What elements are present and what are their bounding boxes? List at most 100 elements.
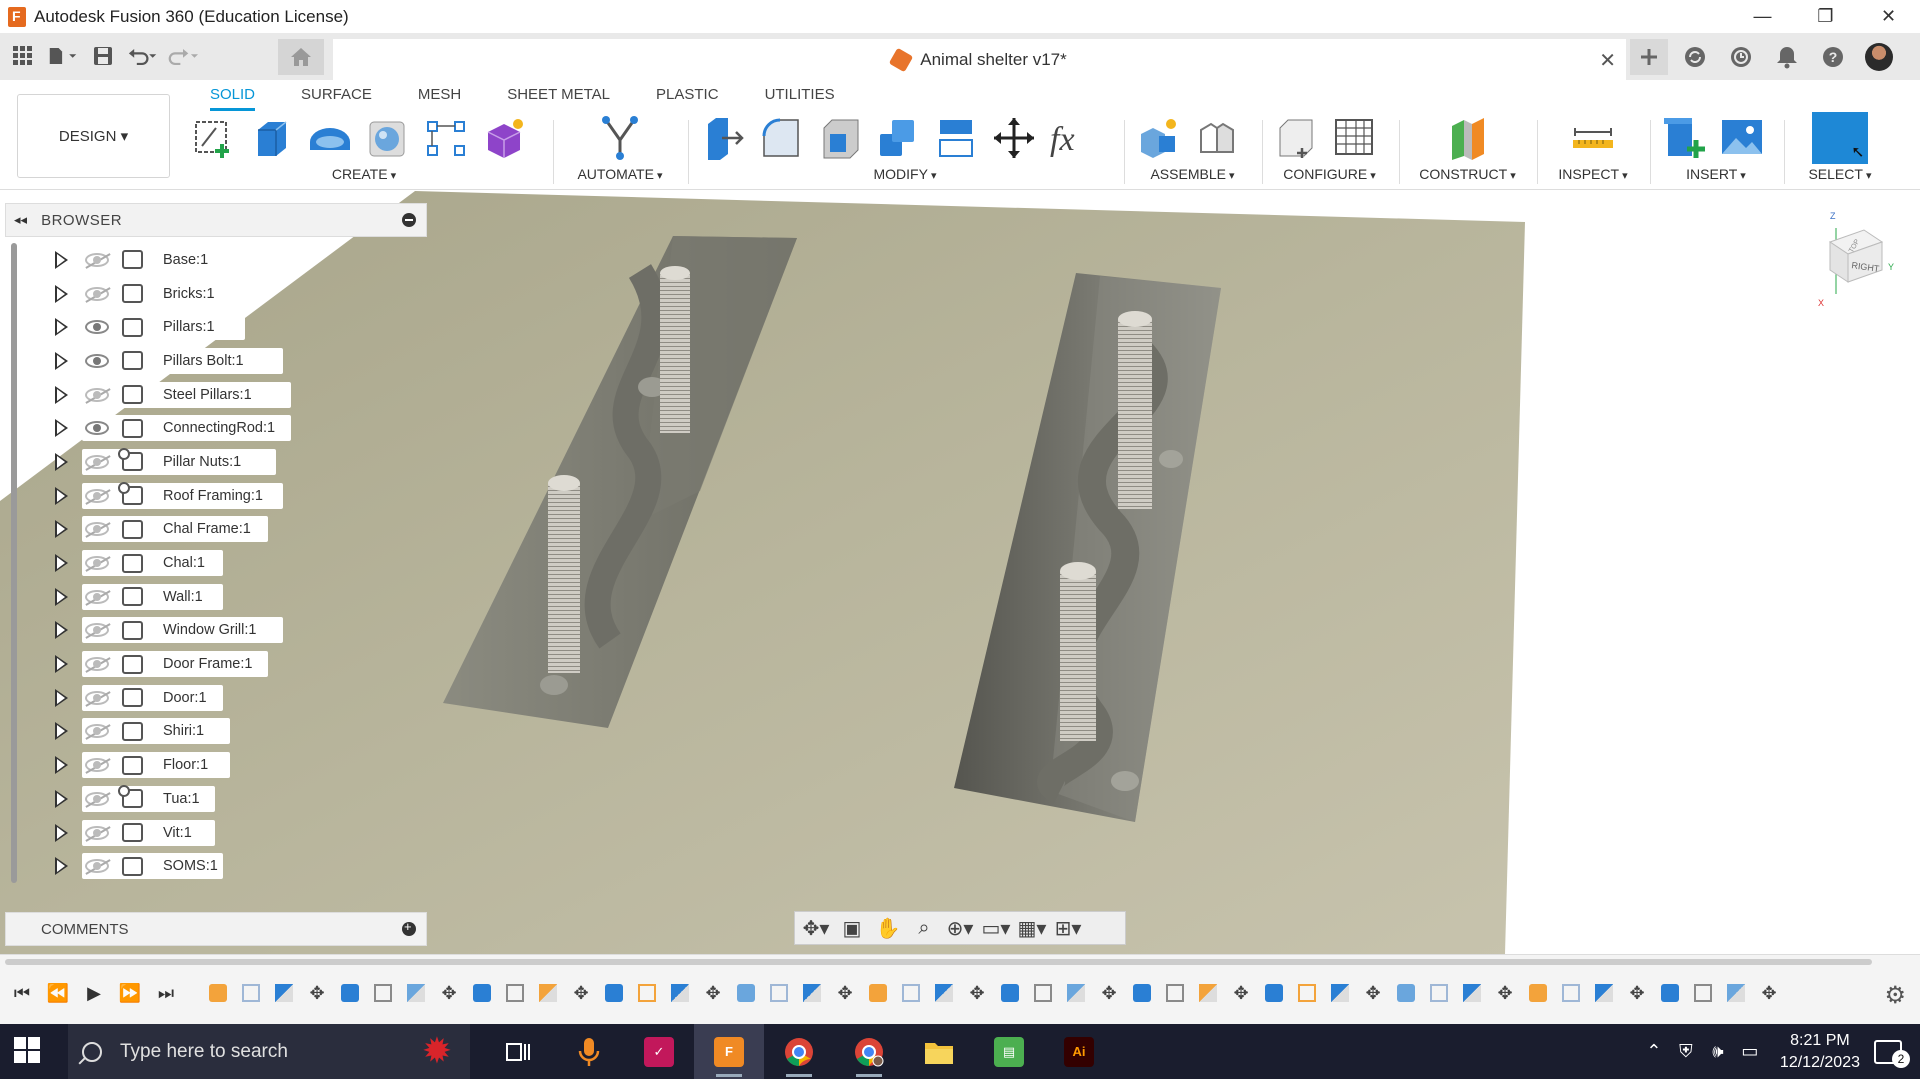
configure-design-icon[interactable] <box>1272 114 1320 162</box>
step-forward-icon[interactable]: ⏩ <box>118 981 142 1005</box>
microphone-app-icon[interactable] <box>554 1024 624 1079</box>
timeline-feature-icon[interactable]: ✥ <box>1755 980 1783 1006</box>
browser-item[interactable]: Door Frame:1 <box>0 647 300 681</box>
save-icon[interactable] <box>88 41 118 71</box>
eye-hidden-icon[interactable] <box>85 387 109 402</box>
close-window-button[interactable]: ✕ <box>1857 0 1920 33</box>
system-clock[interactable]: 8:21 PM 12/12/2023 <box>1780 1030 1860 1074</box>
timeline-feature-icon[interactable] <box>1557 980 1585 1006</box>
expand-arrow-icon[interactable] <box>55 722 68 741</box>
timeline-feature-icon[interactable]: ✥ <box>831 980 859 1006</box>
pattern-icon[interactable] <box>422 114 470 162</box>
start-button[interactable] <box>14 1037 42 1065</box>
new-tab-button[interactable] <box>1630 39 1668 75</box>
browser-item[interactable]: Floor:1 <box>0 748 300 782</box>
construct-menu[interactable]: CONSTRUCT <box>1410 166 1525 182</box>
eye-hidden-icon[interactable] <box>85 791 109 806</box>
expand-arrow-icon[interactable] <box>55 318 68 337</box>
eye-visible-icon[interactable] <box>85 353 109 368</box>
timeline-feature-icon[interactable] <box>1458 980 1486 1006</box>
timeline-feature-icon[interactable] <box>336 980 364 1006</box>
timeline-feature-icon[interactable]: ✥ <box>1227 980 1255 1006</box>
volume-icon[interactable]: 🕪 <box>1702 1041 1734 1062</box>
timeline-scrollbar[interactable] <box>5 959 1872 965</box>
timeline-feature-icon[interactable] <box>1326 980 1354 1006</box>
timeline-feature-icon[interactable] <box>1425 980 1453 1006</box>
add-comment-icon[interactable] <box>402 919 416 936</box>
timeline-feature-icon[interactable]: ✥ <box>1359 980 1387 1006</box>
press-pull-icon[interactable] <box>700 114 748 162</box>
timeline-feature-icon[interactable] <box>1722 980 1750 1006</box>
expand-arrow-icon[interactable] <box>55 385 68 404</box>
automate-menu[interactable]: AUTOMATE <box>565 166 675 182</box>
create-form-icon[interactable] <box>480 114 528 162</box>
eye-hidden-icon[interactable] <box>85 252 109 267</box>
move-copy-icon[interactable] <box>990 114 1038 162</box>
expand-arrow-icon[interactable] <box>55 621 68 640</box>
look-at-icon[interactable]: ▣ <box>837 916 867 941</box>
tab-plastic[interactable]: PLASTIC <box>630 83 739 109</box>
browser-item[interactable]: Chal:1 <box>0 546 300 580</box>
timeline-feature-icon[interactable] <box>897 980 925 1006</box>
expand-arrow-icon[interactable] <box>55 655 68 674</box>
timeline-feature-icon[interactable] <box>1062 980 1090 1006</box>
select-tool-icon[interactable] <box>1812 112 1868 164</box>
viewports-icon[interactable]: ⊞▾ <box>1053 916 1083 941</box>
timeline-feature-icon[interactable] <box>402 980 430 1006</box>
browser-item[interactable]: Base:1 <box>0 243 300 277</box>
timeline-feature-icon[interactable] <box>369 980 397 1006</box>
network-icon[interactable]: ▭ <box>1734 1041 1766 1062</box>
timeline-feature-icon[interactable]: ✥ <box>435 980 463 1006</box>
timeline-feature-icon[interactable] <box>1128 980 1156 1006</box>
timeline-feature-icon[interactable] <box>1260 980 1288 1006</box>
offset-plane-icon[interactable] <box>1444 114 1492 162</box>
create-menu[interactable]: CREATE <box>190 166 538 182</box>
extrude-icon[interactable] <box>248 114 296 162</box>
timeline-feature-icon[interactable]: ✥ <box>1491 980 1519 1006</box>
app-grid-icon[interactable] <box>8 41 38 71</box>
timeline-feature-icon[interactable]: ✥ <box>1623 980 1651 1006</box>
close-tab-button[interactable]: ✕ <box>1599 48 1616 73</box>
automate-icon[interactable] <box>596 114 644 162</box>
timeline-feature-icon[interactable] <box>732 980 760 1006</box>
eye-hidden-icon[interactable] <box>85 488 109 503</box>
browser-item[interactable]: Door:1 <box>0 681 300 715</box>
task-view-icon[interactable] <box>484 1024 554 1079</box>
browser-item[interactable]: Chal Frame:1 <box>0 513 300 547</box>
tab-solid[interactable]: SOLID <box>190 83 275 111</box>
chrome-profile-icon[interactable] <box>834 1024 904 1079</box>
timeline-feature-icon[interactable]: ✥ <box>699 980 727 1006</box>
timeline-feature-icon[interactable] <box>1590 980 1618 1006</box>
expand-arrow-icon[interactable] <box>55 587 68 606</box>
zoom-icon[interactable]: ⌕ <box>909 917 939 940</box>
configure-menu[interactable]: CONFIGURE <box>1272 166 1387 182</box>
expand-arrow-icon[interactable] <box>55 789 68 808</box>
timeline-feature-icon[interactable] <box>237 980 265 1006</box>
timeline-feature-icon[interactable] <box>996 980 1024 1006</box>
eye-hidden-icon[interactable] <box>85 556 109 571</box>
create-sketch-icon[interactable] <box>190 114 238 162</box>
fit-icon[interactable]: ⊕▾ <box>945 916 975 941</box>
file-menu-icon[interactable] <box>48 41 78 71</box>
tab-mesh[interactable]: MESH <box>392 83 481 109</box>
combine-icon[interactable] <box>874 114 922 162</box>
timeline-feature-icon[interactable] <box>1161 980 1189 1006</box>
timeline-feature-icon[interactable] <box>633 980 661 1006</box>
expand-arrow-icon[interactable] <box>55 688 68 707</box>
eye-hidden-icon[interactable] <box>85 454 109 469</box>
grid-settings-icon[interactable]: ▦▾ <box>1017 916 1047 941</box>
go-to-start-icon[interactable]: ⏮ <box>10 981 34 1005</box>
timeline-feature-icon[interactable] <box>1392 980 1420 1006</box>
timeline-feature-icon[interactable] <box>270 980 298 1006</box>
notifications-bell-icon[interactable] <box>1768 39 1806 75</box>
timeline-feature-icon[interactable] <box>1524 980 1552 1006</box>
expand-arrow-icon[interactable] <box>55 486 68 505</box>
expand-arrow-icon[interactable] <box>55 823 68 842</box>
chrome-icon[interactable] <box>764 1024 834 1079</box>
pan-hand-icon[interactable]: ✋ <box>873 916 903 941</box>
browser-item[interactable]: Bricks:1 <box>0 277 300 311</box>
browser-item[interactable]: Window Grill:1 <box>0 614 300 648</box>
eye-hidden-icon[interactable] <box>85 589 109 604</box>
offset-face-icon[interactable] <box>932 114 980 162</box>
fusion-360-taskbar-icon[interactable]: F <box>694 1024 764 1079</box>
